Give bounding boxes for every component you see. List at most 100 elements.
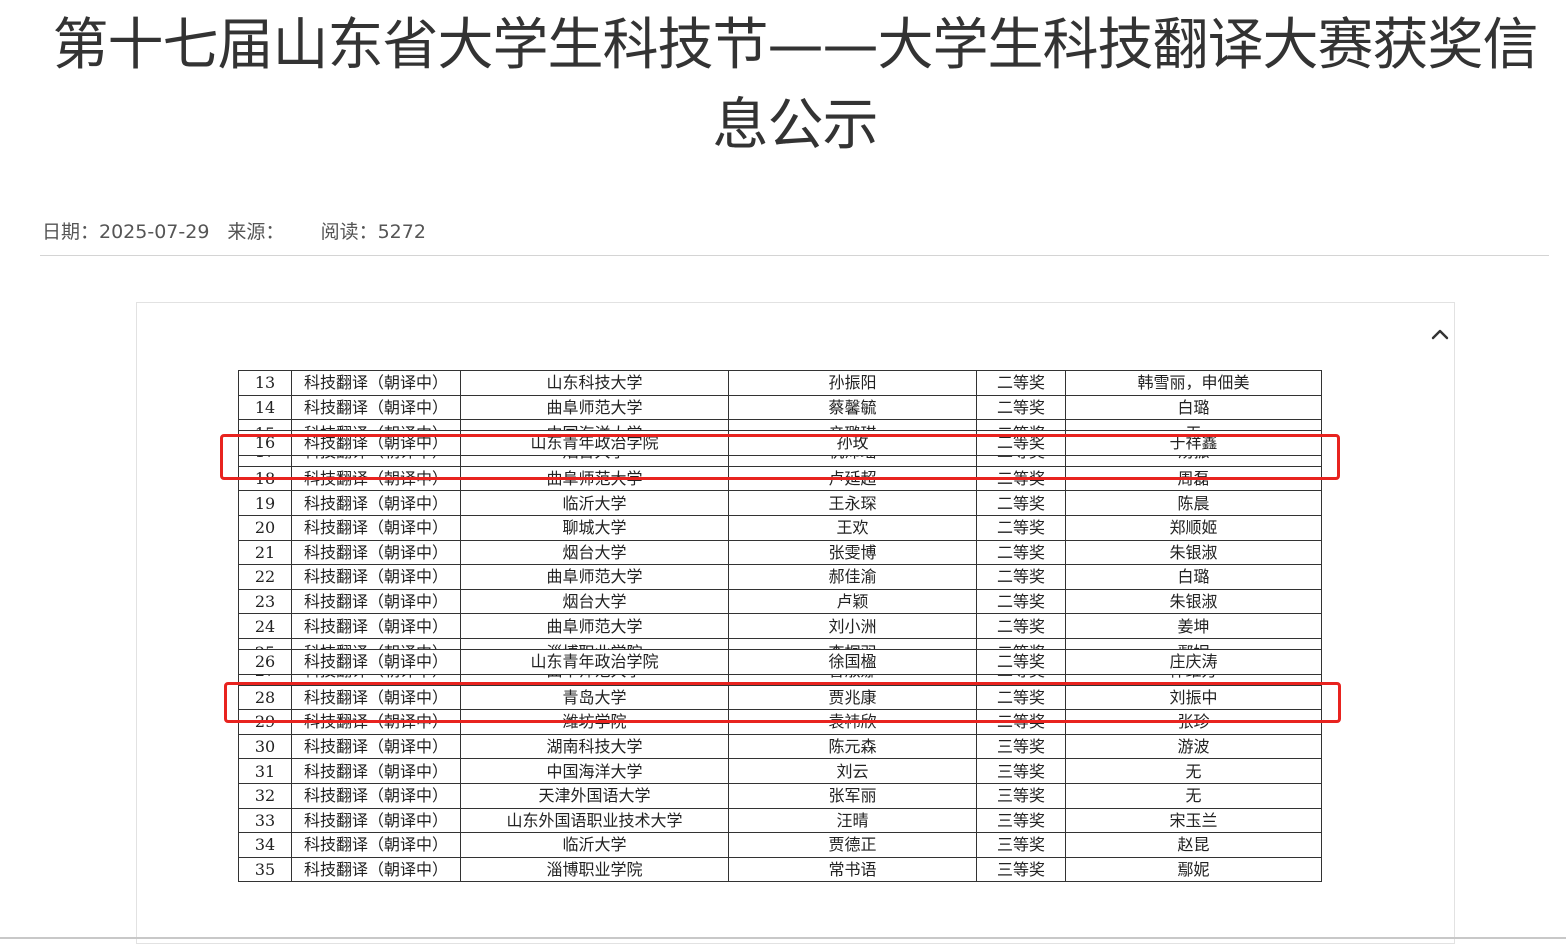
cell-school: 山东科技大学	[460, 370, 729, 396]
cell-school: 聊城大学	[460, 514, 729, 541]
table-row: 14 科技翻译（朝译中） 曲阜师范大学 蔡馨毓 二等奖 白璐	[238, 394, 1322, 421]
cell-award: 三等奖	[976, 758, 1066, 784]
cell-school: 曲阜师范大学	[460, 394, 729, 421]
cell-no: 22	[238, 564, 292, 590]
cell-no: 23	[238, 588, 292, 615]
cell-name: 辛璐琪	[728, 419, 977, 432]
table-row: 19 科技翻译（朝译中） 临沂大学 王永琛 二等奖 陈晨	[238, 490, 1322, 516]
cell-category: 科技翻译（朝译中）	[291, 370, 461, 396]
cell-no: 35	[238, 856, 292, 883]
cell-award: 三等奖	[976, 832, 1066, 858]
cell-award: 三等奖	[976, 856, 1066, 883]
cell-school: 曲阜师范大学	[460, 564, 729, 590]
cell-name: 孙振阳	[728, 370, 977, 396]
table-row: 35 科技翻译（朝译中） 淄博职业学院 常书语 三等奖 鄢妮	[238, 856, 1322, 883]
cell-category: 科技翻译（朝译中）	[291, 539, 461, 566]
cell-category: 科技翻译（朝译中）	[291, 758, 461, 784]
cell-category: 科技翻译（朝译中）	[291, 490, 461, 516]
table-row: 26 科技翻译（朝译中） 山东青年政治学院 徐国楹 二等奖 庄庆涛	[238, 648, 1322, 675]
table-row: 30 科技翻译（朝译中） 湖南科技大学 陈元森 三等奖 游波	[238, 733, 1322, 760]
cell-award: 三等奖	[976, 782, 1066, 809]
cell-name: 汪晴	[728, 807, 977, 834]
cell-name: 陈元森	[728, 733, 977, 760]
cell-category: 科技翻译（朝译中）	[291, 856, 461, 883]
cell-advisor: 宋玉兰	[1065, 807, 1322, 834]
divider	[40, 255, 1549, 256]
cell-no: 20	[238, 514, 292, 541]
cell-award: 三等奖	[976, 807, 1066, 834]
cell-name: 王欢	[728, 514, 977, 541]
cell-advisor: 郑顺姬	[1065, 514, 1322, 541]
cell-name: 常书语	[728, 856, 977, 883]
cell-award: 二等奖	[976, 648, 1066, 675]
cell-name: 李桐羽	[728, 637, 977, 650]
cell-no: 34	[238, 832, 292, 858]
cell-school: 曲阜师范大学	[460, 613, 729, 639]
cell-school: 山东外国语职业技术大学	[460, 807, 729, 834]
chevron-up-icon[interactable]	[1428, 322, 1452, 346]
cell-name: 王永琛	[728, 490, 977, 516]
cell-award: 二等奖	[976, 419, 1066, 432]
highlight-box-row-26	[224, 682, 1341, 723]
cell-advisor: 朱银淑	[1065, 588, 1322, 615]
cell-no: 24	[238, 613, 292, 639]
cell-award: 二等奖	[976, 588, 1066, 615]
cell-award: 二等奖	[976, 490, 1066, 516]
cell-advisor: 无	[1065, 419, 1322, 432]
read-count: 阅读：5272	[320, 221, 426, 243]
cell-category: 科技翻译（朝译中）	[291, 733, 461, 760]
cell-name: 张雯博	[728, 539, 977, 566]
cell-school: 淄博职业学院	[460, 637, 729, 650]
cell-award: 二等奖	[976, 539, 1066, 566]
table-row: 22 科技翻译（朝译中） 曲阜师范大学 郝佳渝 二等奖 白璐	[238, 564, 1322, 590]
table-row: 15科技翻译（朝译中）中国海洋大学辛璐琪二等奖无	[238, 419, 1322, 432]
cell-category: 科技翻译（朝译中）	[291, 613, 461, 639]
table-row: 21 科技翻译（朝译中） 烟台大学 张雯博 二等奖 朱银淑	[238, 539, 1322, 566]
cell-no: 26	[238, 648, 292, 675]
cell-no: 32	[238, 782, 292, 809]
cell-no: 31	[238, 758, 292, 784]
cell-school: 烟台大学	[460, 588, 729, 615]
cell-award: 二等奖	[976, 370, 1066, 396]
cell-name: 卢颖	[728, 588, 977, 615]
cell-category: 科技翻译（朝译中）	[291, 419, 461, 432]
cell-name: 郝佳渝	[728, 564, 977, 590]
cell-award: 二等奖	[976, 564, 1066, 590]
cell-category: 科技翻译（朝译中）	[291, 637, 461, 650]
cell-school: 中国海洋大学	[460, 419, 729, 432]
cell-school: 山东青年政治学院	[460, 648, 729, 675]
cell-name: 贾德正	[728, 832, 977, 858]
cell-award: 二等奖	[976, 637, 1066, 650]
cell-award: 二等奖	[976, 394, 1066, 421]
cell-award: 二等奖	[976, 514, 1066, 541]
table-row: 33 科技翻译（朝译中） 山东外国语职业技术大学 汪晴 三等奖 宋玉兰	[238, 807, 1322, 834]
cell-award: 二等奖	[976, 613, 1066, 639]
source-label: 来源：	[227, 221, 285, 243]
publish-date: 日期：2025-07-29	[42, 221, 210, 243]
table-row: 20 科技翻译（朝译中） 聊城大学 王欢 二等奖 郑顺姬	[238, 514, 1322, 541]
cell-advisor: 庄庆涛	[1065, 648, 1322, 675]
cell-award: 三等奖	[976, 733, 1066, 760]
cell-no: 25	[238, 637, 292, 650]
cell-school: 烟台大学	[460, 539, 729, 566]
cell-school: 临沂大学	[460, 490, 729, 516]
cell-category: 科技翻译（朝译中）	[291, 588, 461, 615]
article-meta: 日期：2025-07-29 来源： 阅读：5272	[42, 217, 444, 244]
cell-category: 科技翻译（朝译中）	[291, 782, 461, 809]
cell-category: 科技翻译（朝译中）	[291, 832, 461, 858]
cell-advisor: 鄢妮	[1065, 637, 1322, 650]
cell-school: 中国海洋大学	[460, 758, 729, 784]
cell-category: 科技翻译（朝译中）	[291, 514, 461, 541]
table-row: 25科技翻译（朝译中）淄博职业学院李桐羽二等奖鄢妮	[238, 637, 1322, 650]
cell-no: 13	[238, 370, 292, 396]
cell-advisor: 无	[1065, 758, 1322, 784]
table-row: 13 科技翻译（朝译中） 山东科技大学 孙振阳 二等奖 韩雪丽，申佃美	[238, 370, 1322, 396]
cell-advisor: 赵昆	[1065, 832, 1322, 858]
cell-school: 天津外国语大学	[460, 782, 729, 809]
cell-no: 14	[238, 394, 292, 421]
cell-advisor: 陈晨	[1065, 490, 1322, 516]
cell-advisor: 无	[1065, 782, 1322, 809]
cell-advisor: 白璐	[1065, 394, 1322, 421]
cell-name: 刘云	[728, 758, 977, 784]
cell-advisor: 白璐	[1065, 564, 1322, 590]
